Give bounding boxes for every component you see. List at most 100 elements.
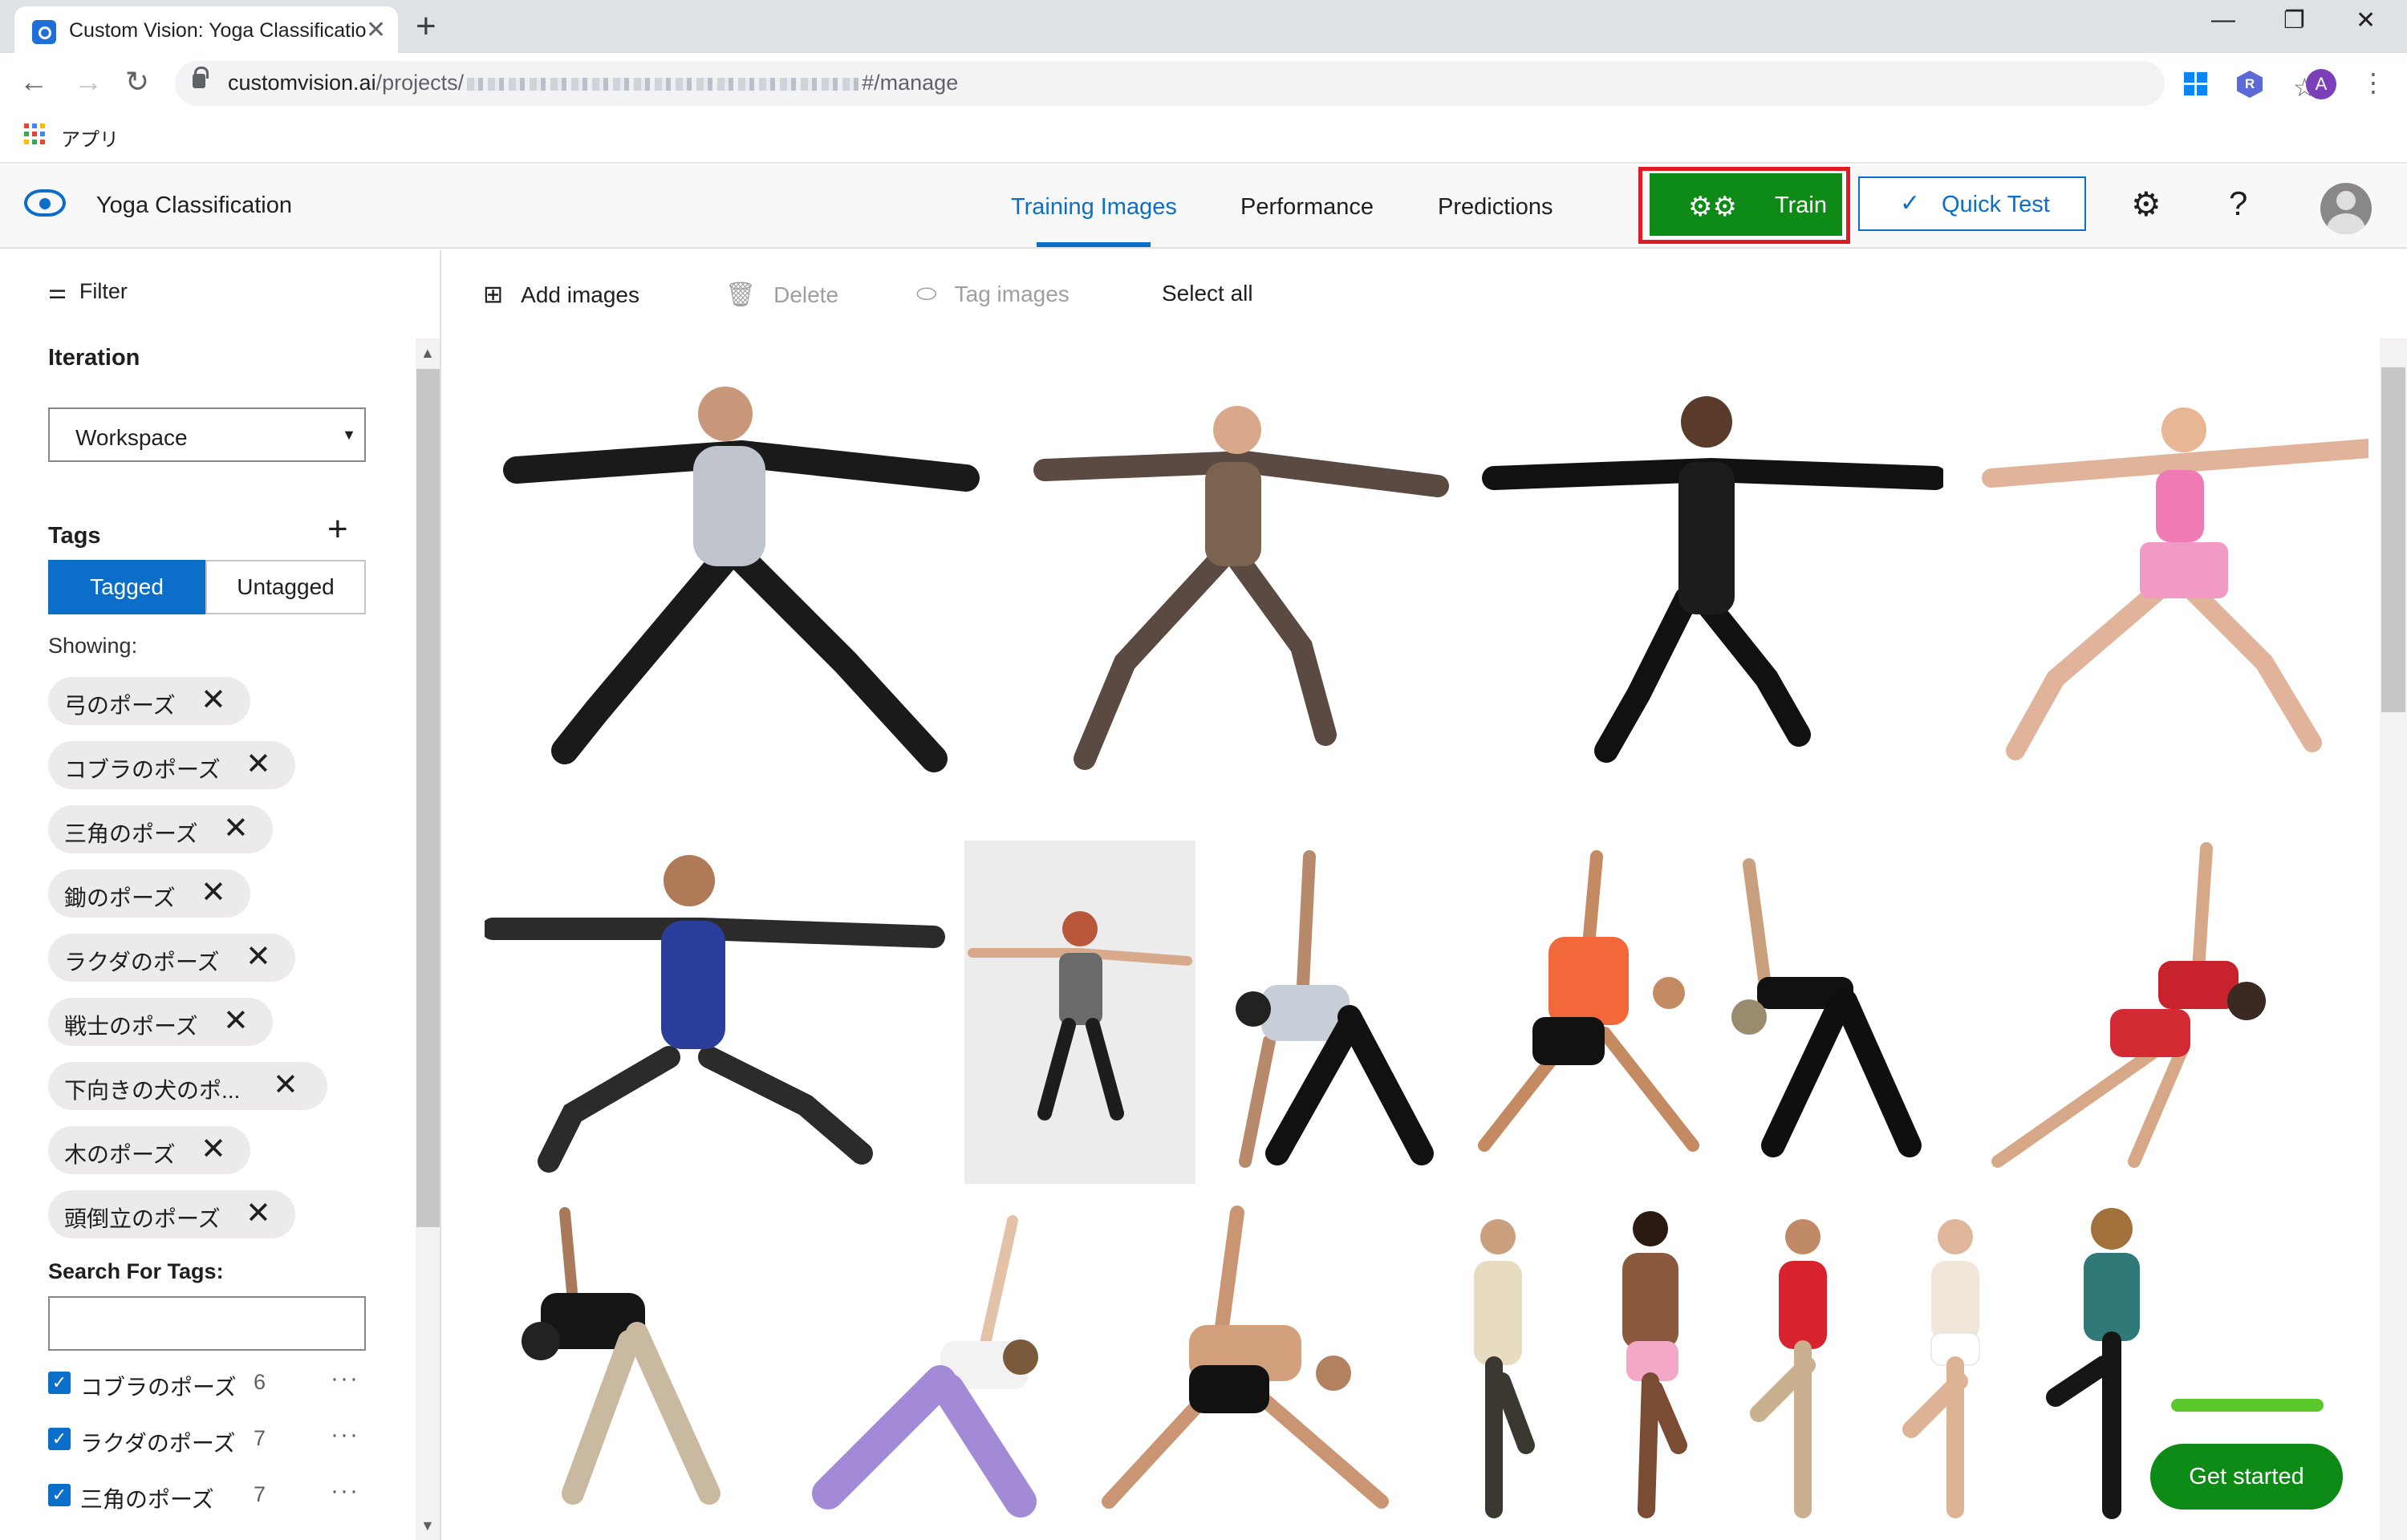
remove-chip-icon[interactable]: ✕	[246, 1195, 271, 1231]
remove-chip-icon[interactable]: ✕	[246, 746, 271, 782]
training-image-thumbnail[interactable]	[1085, 1205, 1406, 1540]
checkbox-checked[interactable]: ✓	[48, 1372, 71, 1394]
training-image-thumbnail[interactable]	[1974, 841, 2311, 1184]
user-avatar[interactable]	[2320, 183, 2372, 234]
tag-chip: 木のポーズ ✕	[48, 1126, 250, 1174]
scroll-down-icon[interactable]: ▼	[420, 1518, 435, 1534]
get-started-progress	[2171, 1399, 2324, 1412]
training-image-grid	[443, 338, 2368, 1540]
tag-chip: 三角のポーズ ✕	[48, 805, 273, 853]
training-image-thumbnail[interactable]	[485, 1205, 757, 1540]
tag-chip: 弓のポーズ ✕	[48, 677, 250, 725]
search-tags-input[interactable]	[48, 1296, 366, 1351]
yoga-triangle-pose-image	[522, 1207, 720, 1505]
untagged-toggle[interactable]: Untagged	[205, 560, 366, 614]
windows-extension-icon[interactable]	[2184, 72, 2208, 96]
address-bar[interactable]: customvision.ai/projects/#/manage ☆	[175, 61, 2316, 106]
reload-icon[interactable]: ↻	[125, 64, 149, 99]
browser-tab[interactable]: Custom Vision: Yoga Classificatio ✕	[14, 6, 398, 53]
yoga-tree-pose-image	[1474, 1219, 1535, 1518]
sidebar-scroll-thumb[interactable]	[416, 369, 440, 1227]
custom-vision-eye-icon[interactable]	[24, 189, 66, 217]
training-image-thumbnail[interactable]	[1967, 374, 2368, 807]
checkbox-checked[interactable]: ✓	[48, 1484, 71, 1506]
tag-chip: 頭倒立のポーズ ✕	[48, 1190, 295, 1238]
add-images-button[interactable]: ⊞ Add images	[483, 281, 639, 309]
yoga-warrior-pose-image	[503, 387, 980, 772]
minimize-icon[interactable]: —	[2211, 6, 2235, 34]
close-window-icon[interactable]: ✕	[2356, 6, 2376, 34]
main-scroll-thumb[interactable]	[2381, 367, 2405, 712]
yoga-triangle-pose-image	[1102, 1206, 1389, 1509]
new-tab-button[interactable]: +	[416, 6, 436, 47]
forward-icon[interactable]: →	[74, 64, 103, 99]
training-image-thumbnail[interactable]	[1582, 1205, 1719, 1540]
yoga-tree-pose-image	[1750, 1219, 1827, 1518]
tab-predictions[interactable]: Predictions	[1438, 194, 1553, 221]
training-image-thumbnail[interactable]	[1735, 1205, 1871, 1540]
tag-images-button[interactable]: ⬭ Tag images	[916, 281, 1070, 308]
get-started-button[interactable]: Get started	[2150, 1444, 2343, 1510]
remove-chip-icon[interactable]: ✕	[201, 682, 226, 718]
checkbox-checked[interactable]: ✓	[48, 1428, 71, 1450]
browser-menu-icon[interactable]: ⋮	[2360, 67, 2386, 98]
training-image-thumbnail[interactable]	[1213, 841, 1454, 1184]
image-toolbar: ⊞ Add images 🗑 Delete ⬭ Tag images Select a…	[443, 250, 2407, 338]
training-image-thumbnail[interactable]	[1725, 841, 1958, 1184]
restore-icon[interactable]: ❐	[2283, 6, 2305, 34]
remove-chip-icon[interactable]: ✕	[201, 874, 226, 910]
more-options-icon[interactable]: ···	[331, 1477, 359, 1505]
yoga-tree-pose-image	[1902, 1219, 1980, 1518]
delete-button[interactable]: 🗑 Delete	[725, 281, 838, 309]
help-icon[interactable]: ?	[2229, 184, 2247, 223]
training-image-thumbnail[interactable]	[1430, 1205, 1566, 1540]
tag-chip: コブラのポーズ ✕	[48, 741, 295, 789]
tag-chip: ラクダのポーズ ✕	[48, 934, 295, 982]
add-tag-icon[interactable]: +	[327, 512, 348, 547]
tag-chip: 戦士のポーズ ✕	[48, 998, 273, 1046]
apps-bookmark[interactable]: アプリ	[61, 124, 119, 152]
train-button[interactable]: ⚙⚙ Train	[1650, 173, 1842, 236]
apps-grid-icon[interactable]	[24, 124, 47, 146]
checkmark-icon: ✓	[1900, 190, 1921, 217]
iteration-dropdown[interactable]: Workspace ▼	[48, 407, 366, 462]
url-text: customvision.ai/projects/#/manage	[228, 71, 959, 95]
more-options-icon[interactable]: ···	[331, 1421, 359, 1449]
training-image-thumbnail[interactable]	[964, 841, 1195, 1184]
training-image-thumbnail[interactable]	[481, 841, 982, 1184]
profile-avatar[interactable]: A	[2306, 69, 2336, 99]
remove-chip-icon[interactable]: ✕	[201, 1131, 226, 1167]
back-icon[interactable]: ←	[19, 64, 48, 99]
trash-icon: 🗑	[725, 282, 757, 308]
remove-chip-icon[interactable]: ✕	[223, 810, 249, 846]
remove-chip-icon[interactable]: ✕	[246, 938, 271, 975]
search-tags-label: Search For Tags:	[48, 1259, 224, 1283]
select-all-button[interactable]: Select all	[1162, 281, 1253, 306]
yoga-warrior-pose-image	[964, 841, 1195, 1184]
tab-performance[interactable]: Performance	[1240, 194, 1374, 221]
training-image-thumbnail[interactable]	[1468, 841, 1709, 1184]
remove-chip-icon[interactable]: ✕	[223, 1003, 249, 1039]
close-tab-icon[interactable]: ✕	[366, 16, 386, 44]
yoga-warrior-pose-image	[481, 855, 945, 1173]
yoga-tree-pose-image	[1622, 1211, 1687, 1518]
training-image-thumbnail[interactable]	[1021, 374, 1454, 807]
training-image-thumbnail[interactable]	[1887, 1205, 2023, 1540]
training-image-thumbnail[interactable]	[1478, 374, 1947, 807]
tagged-toggle[interactable]: Tagged	[48, 560, 205, 614]
yoga-triangle-pose-image	[812, 1215, 1038, 1518]
training-image-thumbnail[interactable]	[780, 1205, 1069, 1540]
tag-chip: 鋤のポーズ ✕	[48, 869, 250, 918]
iteration-heading: Iteration	[48, 345, 140, 371]
yoga-triangle-pose-image	[1731, 858, 1922, 1157]
remove-chip-icon[interactable]: ✕	[273, 1067, 298, 1103]
tab-training-images[interactable]: Training Images	[1011, 194, 1177, 221]
sidebar: ⚌ Filter Iteration Workspace ▼ Tags + Ta…	[0, 250, 441, 1540]
more-options-icon[interactable]: ···	[331, 1365, 359, 1392]
scroll-up-icon[interactable]: ▲	[420, 345, 435, 362]
settings-gear-icon[interactable]: ⚙	[2131, 184, 2161, 224]
filter-toggle[interactable]: ⚌ Filter	[48, 279, 128, 304]
add-image-icon: ⊞	[483, 282, 504, 308]
quick-test-button[interactable]: ✓ Quick Test	[1858, 176, 2086, 231]
training-image-thumbnail[interactable]	[485, 374, 998, 807]
